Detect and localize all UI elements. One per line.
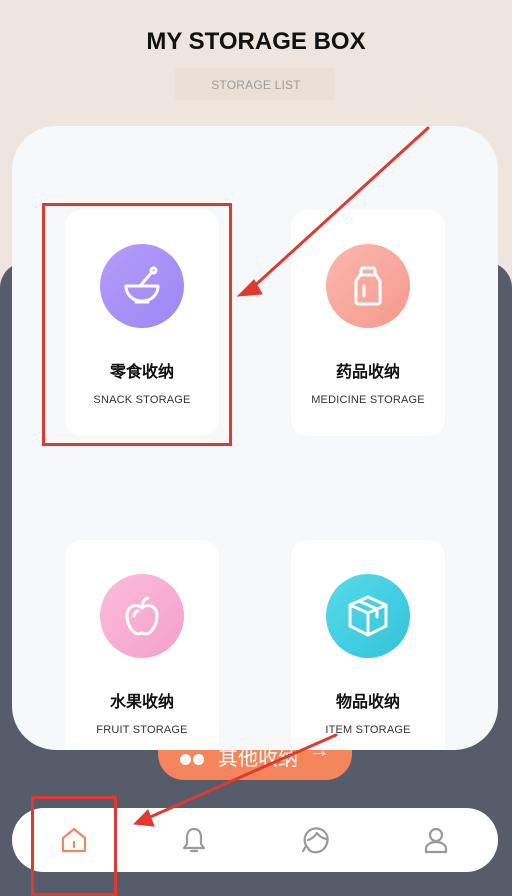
card-title-cn: 水果收纳 (109, 692, 174, 711)
card-title-cn: 药品收纳 (335, 362, 400, 381)
card-title-en: MEDICINE STORAGE (311, 394, 425, 406)
card-medicine-storage[interactable]: 药品收纳 MEDICINE STORAGE (291, 210, 445, 436)
card-title-cn: 物品收纳 (335, 692, 400, 711)
apple-icon (100, 574, 184, 658)
page-subtitle: STORAGE LIST (211, 78, 301, 92)
card-title-en: FRUIT STORAGE (96, 724, 188, 736)
tab-face[interactable] (296, 820, 336, 860)
card-item-storage[interactable]: 物品收纳 ITEM STORAGE (291, 540, 445, 750)
home-icon (61, 827, 87, 853)
tab-profile[interactable] (416, 820, 456, 860)
card-title-en: SNACK STORAGE (93, 394, 191, 406)
tab-notifications[interactable] (174, 820, 214, 860)
bottom-tab-bar (12, 808, 498, 872)
bowl-icon (100, 244, 184, 328)
card-fruit-storage[interactable]: 水果收纳 FRUIT STORAGE (65, 540, 219, 750)
card-snack-storage[interactable]: 零食收纳 SNACK STORAGE (65, 210, 219, 436)
card-title-cn: 零食收纳 (109, 362, 174, 381)
face-icon (301, 827, 329, 854)
page-title: MY STORAGE BOX (146, 28, 366, 55)
user-icon (424, 827, 448, 854)
medicine-bottle-icon (326, 244, 410, 328)
box-icon (326, 574, 410, 658)
dots-icon (180, 748, 206, 771)
card-title-en: ITEM STORAGE (325, 724, 411, 736)
storage-panel: 零食收纳 SNACK STORAGE 药品收纳 MEDICINE STORAGE… (12, 126, 498, 750)
tab-home[interactable] (54, 820, 94, 860)
bell-icon (182, 827, 206, 853)
